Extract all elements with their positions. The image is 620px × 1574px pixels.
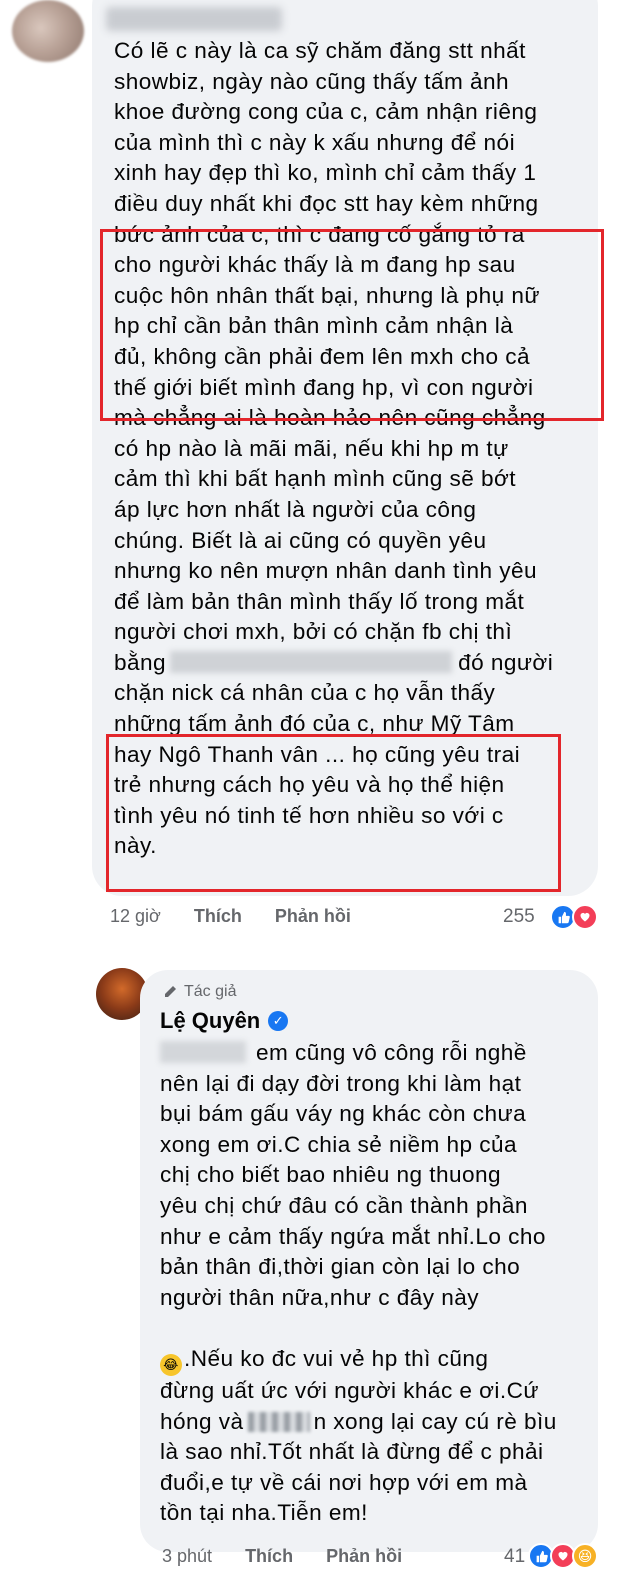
comment-line: hp chỉ cần bản thân mình cảm nhận là [114, 313, 514, 339]
comment-line: chúng. Biết là ai cũng có quyền yêu [114, 527, 487, 553]
comment-line: này. [114, 833, 157, 859]
reply-line: tồn tại nha.Tiễn em! [160, 1500, 368, 1526]
pen-icon [162, 984, 178, 1000]
comment-line-start: bằng [114, 649, 167, 675]
comment-actions: 12 giờ Thích Phản hồi [110, 906, 379, 927]
reply-line: là sao nhỉ.Tốt nhất là đừng để c phải [160, 1439, 544, 1465]
comment-line: tình yêu nó tinh tế hơn nhiều so với c [114, 802, 504, 828]
comment-line: hay Ngô Thanh vân ... họ cũng yêu trai [114, 741, 521, 767]
reply-button[interactable]: Phản hồi [275, 906, 351, 926]
reply-line: như e cảm thấy ngứa mắt nhỉ.Lo cho [160, 1223, 546, 1249]
comment-line: cho người khác thấy là m đang hp sau [114, 252, 516, 278]
reply-line: chị cho biết bao nhiêu ng thuong [160, 1162, 502, 1188]
redacted-mention[interactable] [160, 1041, 246, 1063]
commenter-avatar[interactable] [12, 0, 84, 62]
comment-line: có hp nào là mãi mãi, nếu khi hp m tự [114, 435, 509, 461]
comment-line: cảm thì khi bất hạnh mình cũng sẽ bớt [114, 466, 516, 492]
reaction-count[interactable]: 41 [504, 1546, 525, 1568]
comment-line: trẻ nhưng cách họ yêu và họ thể hiện [114, 772, 505, 798]
author-badge-label: Tác giả [184, 983, 237, 1000]
commenter-name-redacted[interactable] [106, 7, 282, 31]
reply-line-rest: .Nếu ko đc vui vẻ hp thì cũng [184, 1345, 489, 1371]
comment-line: chặn nick cá nhân của c họ vẫn thấy [114, 680, 496, 706]
comment-line: bức ảnh của c, thì c đang cố gắng tỏ ra [114, 221, 525, 247]
reaction-count[interactable]: 255 [503, 906, 535, 928]
reply-line: hóng và n xong lại cay cú rè bìu [160, 1407, 590, 1438]
reply-line: 😂 .Nếu ko đc vui vẻ hp thì cũng [160, 1344, 590, 1376]
verified-check-icon: ✓ [268, 1011, 289, 1031]
comment-line: showbiz, ngày nào cũng thấy tấm ảnh [114, 68, 510, 94]
comment-timestamp[interactable]: 12 giờ [110, 906, 161, 926]
comment-line: thế giới biết mình đang hp, vì con người [114, 374, 534, 400]
reply-body: em cũng vô công rỗi nghề nên lại đi dạy … [160, 1038, 590, 1529]
reply-line: xong em ơi.C chia sẻ niềm hp của [160, 1131, 517, 1157]
comment-line: điều duy nhất khi đọc stt hay kèm những [114, 190, 539, 216]
reply-line: nên lại đi dạy đời trong khi làm hạt [160, 1070, 522, 1096]
comment-line: đủ, không cần phải đem lên mxh cho cả [114, 343, 531, 369]
comment-line: của mình thì c này k xấu nhưng để nói [114, 129, 516, 155]
comment-line: để làm bản thân mình thấy lố trong mắt [114, 588, 525, 614]
comment-body: Có lẽ c này là ca sỹ chăm đăng stt nhất … [114, 36, 584, 862]
comment-line: áp lực hơn nhất là người của công [114, 496, 477, 522]
reply-line: bụi bám gấu váy ng khác còn chưa [160, 1101, 527, 1127]
reply-line: người thân nữa,như c đây này [160, 1284, 479, 1310]
laughing-face-icon[interactable]: 😆 [572, 1543, 598, 1569]
comment-line: Có lẽ c này là ca sỹ chăm đăng stt nhất [114, 38, 526, 63]
comment-line: cuộc hôn nhân thất bại, nhưng là phụ nữ [114, 282, 540, 308]
comment-line: khoe đường cong của c, cảm nhận riêng [114, 99, 538, 125]
redacted-text [170, 650, 453, 673]
reply-line: bản thân đi,thời gian còn lại lo cho [160, 1254, 521, 1280]
comment-line: mà chẳng ai là hoàn hảo nên cũng chẳng [114, 405, 546, 431]
reply-line-start: hóng và [160, 1408, 244, 1434]
heart-icon[interactable] [572, 904, 598, 930]
reply-line: em cũng vô công rỗi nghề [160, 1038, 590, 1069]
comment-line: nhưng ko nên mượn nhân danh tình yêu [114, 558, 538, 584]
author-name[interactable]: Lệ Quyên ✓ [160, 1008, 289, 1034]
reply-line-rest: em cũng vô công rỗi nghề [256, 1040, 527, 1065]
redacted-word [247, 1411, 310, 1432]
laughing-face-icon: 😂 [160, 1353, 182, 1376]
comment-line: những tấm ảnh đó của c, như Mỹ Tâm [114, 711, 515, 737]
reply-timestamp[interactable]: 3 phút [162, 1546, 212, 1566]
comment-line: người chơi mxh, bởi có chặn fb chị thì [114, 619, 513, 645]
like-button[interactable]: Thích [245, 1546, 293, 1566]
author-name-text[interactable]: Lệ Quyên [160, 1008, 260, 1034]
reply-button[interactable]: Phản hồi [326, 1546, 402, 1566]
comment-line: bằng đó người [114, 648, 584, 679]
reply-line-end: n xong lại cay cú rè bìu [313, 1408, 557, 1434]
like-button[interactable]: Thích [194, 906, 242, 926]
comment-line: xinh hay đẹp thì ko, mình chỉ cảm thấy 1 [114, 160, 537, 186]
reply-actions: 3 phút Thích Phản hồi [162, 1546, 430, 1567]
reply-line: yêu chị chứ đâu có cần thành phần [160, 1192, 528, 1218]
reply-line: đừng uất ức với người khác e ơi.Cứ [160, 1377, 539, 1403]
author-badge: Tác giả [162, 983, 236, 1001]
reply-line: đuổi,e tự về cái nơi hợp với em mà [160, 1469, 528, 1495]
comment-line-end: đó người [458, 649, 554, 675]
